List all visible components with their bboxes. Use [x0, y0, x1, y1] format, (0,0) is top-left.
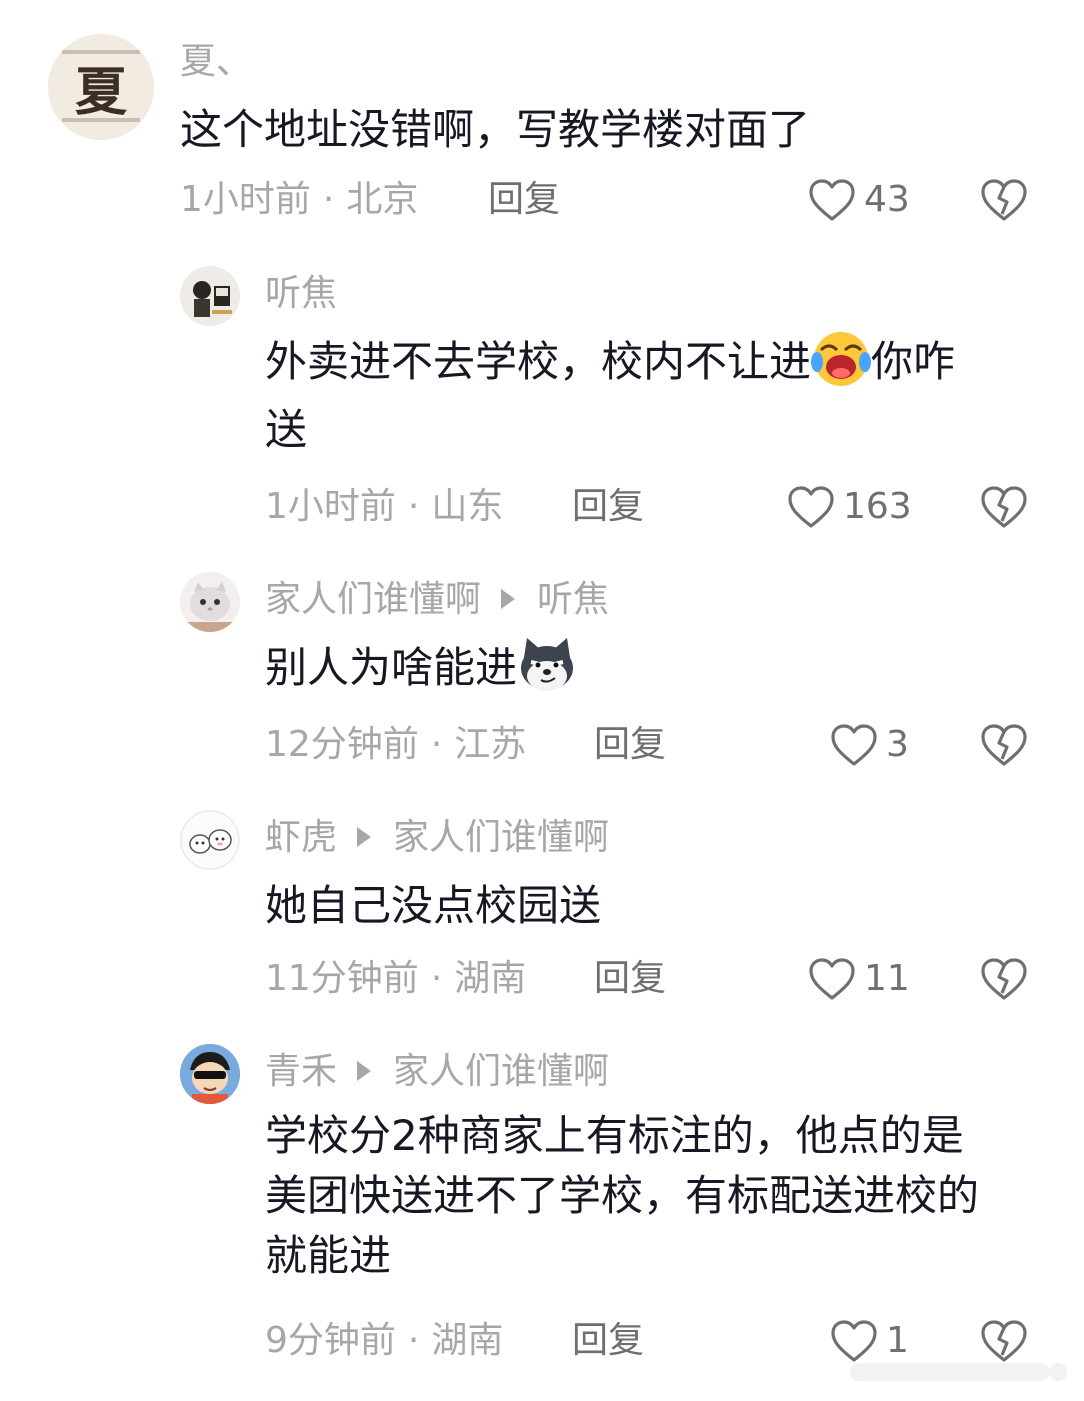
reply-button[interactable]: 回复: [572, 1319, 644, 1363]
comment-username[interactable]: 听焦: [265, 272, 337, 316]
broken-heart-icon[interactable]: [980, 957, 1028, 1001]
comment-text: 这个地址没错啊，写教学楼对面了: [180, 105, 811, 154]
comment-text: 别人为啥能进: [265, 634, 1035, 702]
avatar[interactable]: 夏: [48, 34, 154, 140]
comment-time: 11分钟前: [265, 958, 419, 999]
heart-outline-icon: [809, 179, 855, 221]
reply-button[interactable]: 回复: [572, 485, 644, 529]
avatar[interactable]: [180, 810, 240, 870]
comment-thread: 夏 夏、 这个地址没错啊，写教学楼对面了 1小时前 · 北京 回复 43 听焦 …: [0, 0, 1084, 1401]
reply-button[interactable]: 回复: [594, 723, 666, 767]
reply-arrow-icon: [501, 589, 516, 609]
comment-location: 湖南: [454, 958, 527, 999]
comment-time: 12分钟前: [265, 724, 419, 765]
avatar[interactable]: [180, 572, 240, 632]
comment-text-line: 送: [265, 405, 308, 454]
like-count: 43: [864, 179, 910, 220]
heart-outline-icon: [809, 958, 855, 1000]
heart-outline-icon: [831, 724, 877, 766]
avatar[interactable]: [180, 1044, 240, 1104]
comment-location: 江苏: [454, 724, 527, 765]
broken-heart-icon[interactable]: [980, 723, 1028, 767]
comment-text-line: 外卖进不去学校，校内不让进: [265, 337, 812, 386]
like-button[interactable]: 3: [830, 720, 909, 770]
like-count: 163: [843, 486, 912, 527]
comment-meta: 11分钟前 · 湖南: [265, 957, 526, 1001]
comment-meta: 1小时前 · 山东: [265, 485, 503, 529]
comment-meta: 1小时前 · 北京: [180, 178, 418, 222]
reply-button[interactable]: 回复: [488, 178, 560, 222]
reply-target[interactable]: 家人们谁懂啊: [393, 817, 609, 858]
avatar-glyph: 夏: [75, 62, 128, 123]
comment-author[interactable]: 家人们谁懂啊: [265, 579, 481, 620]
comment-author[interactable]: 青禾: [265, 1051, 337, 1092]
broken-heart-icon[interactable]: [980, 178, 1028, 222]
like-count: 3: [886, 724, 909, 765]
reply-button[interactable]: 回复: [594, 957, 666, 1001]
comment-meta: 9分钟前 · 湖南: [265, 1319, 503, 1363]
comment-time: 9分钟前: [265, 1320, 396, 1361]
comment-username: 虾虎 家人们谁懂啊: [265, 816, 609, 860]
comment-text-line: 美团快送进不了学校，有标配送进校的: [265, 1171, 980, 1220]
comment-text: 学校分2种商家上有标注的，他点的是 美团快送进不了学校，有标配送进校的 就能进: [265, 1106, 1055, 1286]
comment-text-line: 就能进: [265, 1231, 392, 1280]
laughing-crying-emoji: [811, 328, 872, 388]
smirking-dog-emoji: [517, 634, 577, 694]
comment-username[interactable]: 夏、: [180, 40, 252, 84]
heart-outline-icon: [788, 486, 834, 528]
like-button[interactable]: 11: [808, 954, 910, 1004]
comment-text-line: 别人为啥能进: [265, 643, 518, 692]
comment-meta: 12分钟前 · 江苏: [265, 723, 526, 767]
watermark: [850, 1357, 1070, 1387]
avatar[interactable]: [180, 266, 240, 326]
reply-arrow-icon: [357, 827, 372, 847]
like-count: 11: [864, 958, 910, 999]
comment-location: 北京: [346, 179, 419, 220]
separator-dot: ·: [322, 179, 335, 220]
comment-location: 山东: [431, 486, 504, 527]
broken-heart-icon[interactable]: [980, 485, 1028, 529]
comment-text-line: 学校分2种商家上有标注的，他点的是: [265, 1111, 964, 1160]
comment-time: 1小时前: [180, 179, 311, 220]
comment-text: 她自己没点校园送: [265, 881, 602, 930]
comment-username: 青禾 家人们谁懂啊: [265, 1050, 609, 1094]
reply-target[interactable]: 听焦: [537, 579, 609, 620]
comment-author[interactable]: 虾虎: [265, 817, 337, 858]
comment-text: 外卖进不去学校，校内不让进 你咋 送: [265, 328, 1025, 464]
reply-target[interactable]: 家人们谁懂啊: [393, 1051, 609, 1092]
comment-text-line: 你咋: [871, 337, 956, 386]
separator-dot: ·: [407, 1320, 420, 1361]
like-button[interactable]: 43: [808, 175, 910, 225]
comment-username: 家人们谁懂啊 听焦: [265, 578, 609, 622]
separator-dot: ·: [430, 958, 443, 999]
comment-time: 1小时前: [265, 486, 396, 527]
separator-dot: ·: [430, 724, 443, 765]
reply-arrow-icon: [357, 1061, 372, 1081]
comment-location: 湖南: [431, 1320, 504, 1361]
separator-dot: ·: [407, 486, 420, 527]
like-button[interactable]: 163: [787, 482, 912, 532]
